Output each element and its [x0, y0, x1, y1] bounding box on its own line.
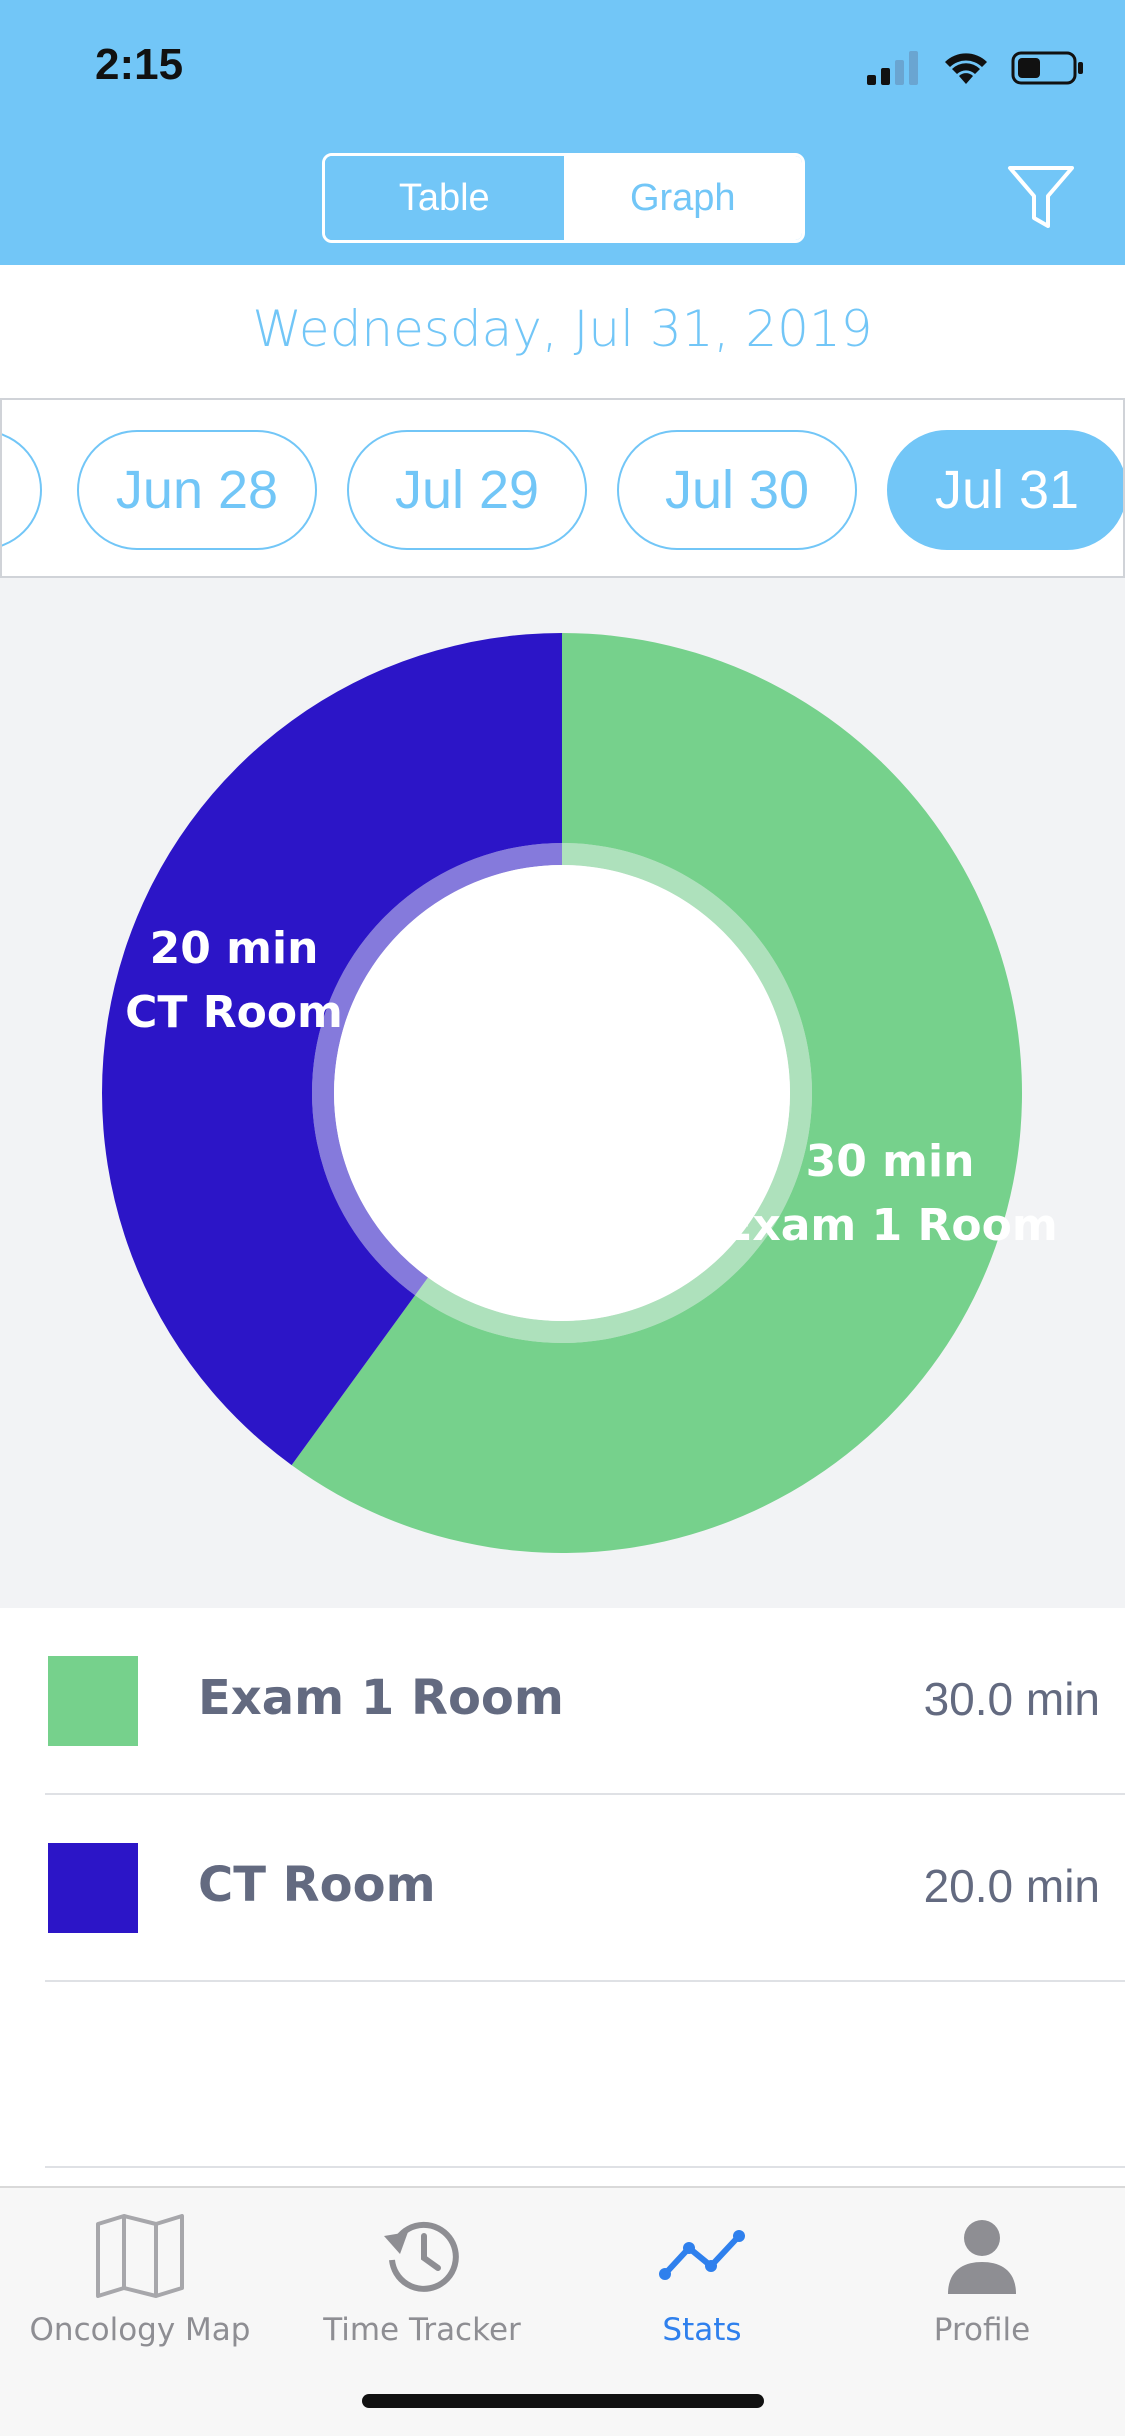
status-icons [865, 50, 1085, 86]
legend-label: Exam 1 Room [198, 1670, 564, 1726]
view-toggle: Table Graph [322, 153, 805, 243]
legend-swatch [48, 1843, 138, 1933]
filter-icon[interactable] [1006, 162, 1076, 232]
slice-name-label: CT Room [125, 987, 343, 1038]
tab-label: Oncology Map [29, 2312, 251, 2348]
date-pill[interactable]: Jul 29 [347, 430, 587, 550]
tab-oncology-map[interactable]: Oncology Map [0, 2206, 280, 2348]
tab-profile[interactable]: Profile [842, 2206, 1122, 2348]
date-selector: 7 Jun 28 Jul 29 Jul 30 Jul 31 [0, 398, 1125, 578]
divider [45, 1980, 1125, 1982]
signal-icon [867, 51, 918, 85]
divider [45, 2166, 1125, 2168]
date-pill[interactable]: Jul 30 [617, 430, 857, 550]
tab-label: Stats [662, 2312, 742, 2348]
tab-time-tracker[interactable]: Time Tracker [282, 2206, 562, 2348]
legend-value: 30.0 min [923, 1673, 1100, 1725]
donut-chart: 30 min Exam 1 Room 20 min CT Room [102, 633, 1058, 1553]
donut-hole [334, 865, 790, 1321]
status-time: 2:15 [95, 40, 184, 89]
slice-name-label: Exam 1 Room [722, 1200, 1057, 1251]
tab-stats[interactable]: Stats [562, 2206, 842, 2348]
tab-table[interactable]: Table [325, 156, 564, 240]
date-title: Wednesday, Jul 31, 2019 [252, 300, 873, 358]
map-icon [96, 2214, 184, 2298]
home-indicator [362, 2394, 764, 2408]
slice-value-label: 20 min [150, 923, 319, 974]
legend-row[interactable]: CT Room 20.0 min [0, 1795, 1125, 1982]
tab-label: Time Tracker [323, 2312, 521, 2348]
legend-value: 20.0 min [923, 1860, 1100, 1912]
date-pill[interactable]: Jun 28 [77, 430, 317, 550]
header-bar: 2:15 Table Graph [0, 0, 1125, 265]
tab-label: Profile [933, 2312, 1031, 2348]
legend-row[interactable]: Exam 1 Room 30.0 min [0, 1608, 1125, 1795]
legend-label: CT Room [198, 1857, 436, 1913]
date-pill-selected[interactable]: Jul 31 [887, 430, 1123, 550]
date-pill[interactable]: 7 [2, 430, 42, 550]
slice-value-label: 30 min [806, 1136, 975, 1187]
legend-list: Exam 1 Room 30.0 min CT Room 20.0 min [0, 1608, 1125, 2168]
wifi-icon [945, 53, 987, 84]
legend-swatch [48, 1656, 138, 1746]
history-icon [384, 2221, 459, 2292]
chart-area: 30 min Exam 1 Room 20 min CT Room [0, 578, 1125, 1608]
tab-graph[interactable]: Graph [563, 156, 802, 240]
line-chart-icon [659, 2230, 745, 2280]
battery-icon [1011, 51, 1083, 85]
person-icon [948, 2220, 1016, 2294]
